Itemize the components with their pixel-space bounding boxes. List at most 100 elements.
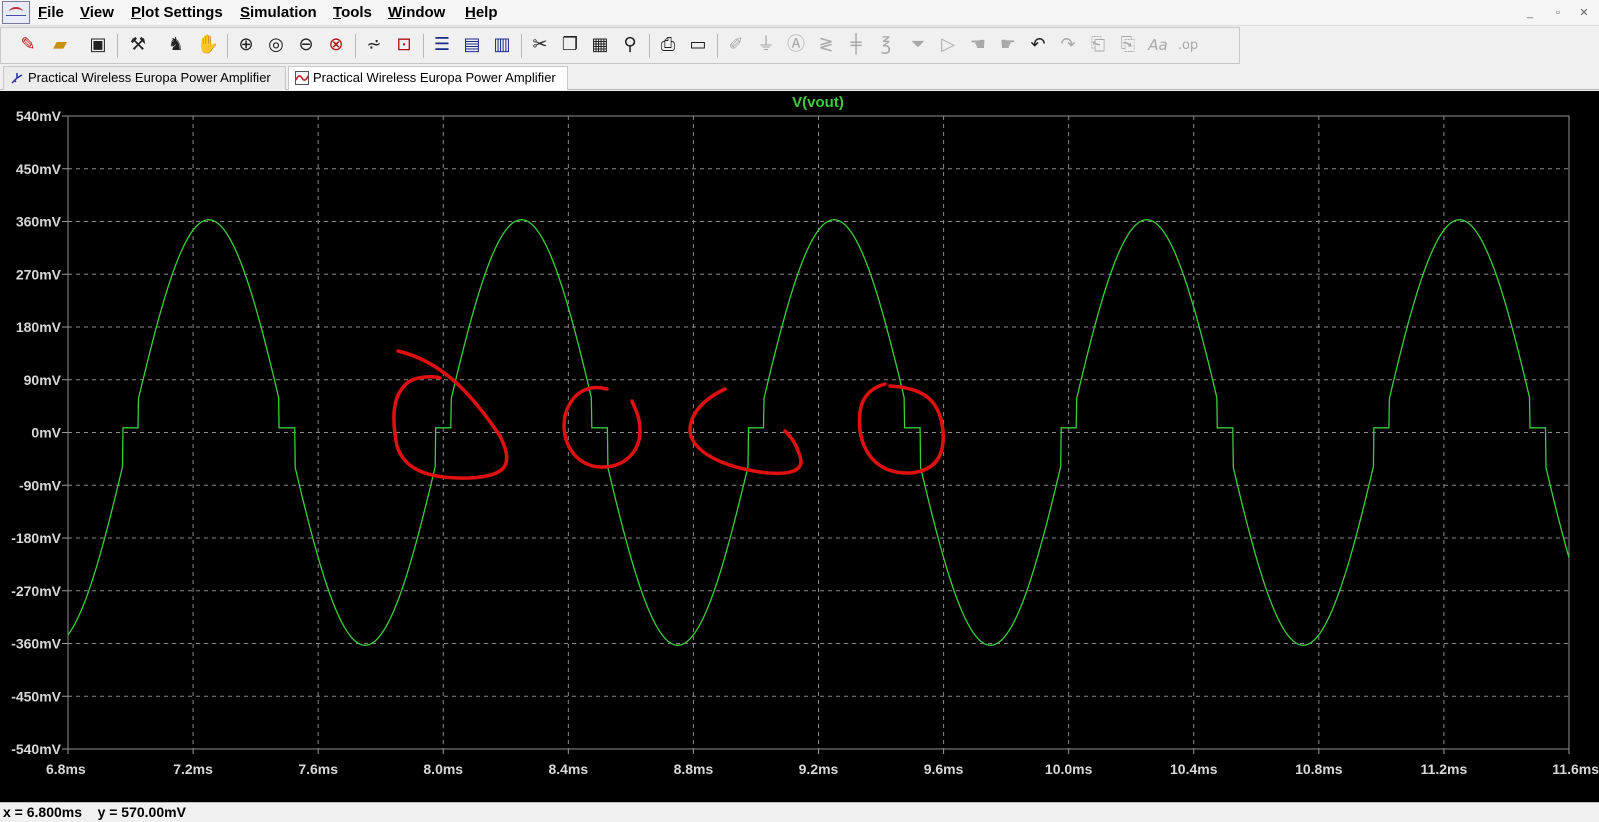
halt-icon[interactable]: ✋ (195, 32, 221, 58)
capacitor-icon[interactable]: ╪ (843, 32, 869, 58)
menu-view[interactable]: View (80, 4, 114, 21)
paste-icon[interactable]: ▦ (587, 32, 613, 58)
redo-icon[interactable]: ↷ (1055, 32, 1081, 58)
red-annotation-mark-3 (688, 387, 803, 476)
x-tick-label: 8.8ms (674, 761, 714, 777)
x-tick-label: 9.6ms (924, 761, 964, 777)
x-tick-label: 9.2ms (799, 761, 839, 777)
menu-help[interactable]: Help (465, 4, 498, 21)
run-icon[interactable]: ♞ (163, 32, 189, 58)
x-tick-label: 10.4ms (1170, 761, 1218, 777)
toolbar: ✎ ▰ ▣ ⚒ ♞ ✋ ⊕ ◎ ⊖ ⊗ ⩫ ⊡ ☰ ▤ ▥ ✂ ❐ ▦ ⚲ ⎙ … (0, 27, 1240, 64)
trace-title[interactable]: V(vout) (792, 94, 844, 111)
zoom-cancel-icon[interactable]: ⊗ (323, 32, 349, 58)
menu-tools[interactable]: Tools (333, 4, 372, 21)
x-tick-label: 11.6ms (1552, 761, 1599, 777)
tab-waveform[interactable]: Practical Wireless Europa Power Amplifie… (288, 66, 568, 90)
ltspice-app-icon[interactable] (2, 1, 30, 24)
red-annotation-mark-1 (392, 349, 509, 480)
component-icon[interactable]: ▷ (935, 32, 961, 58)
toolbar-separator (649, 34, 650, 58)
drag-icon[interactable]: ☛ (995, 32, 1021, 58)
schematic-icon (11, 73, 23, 84)
y-axis-ticks: 540mV 450mV 360mV 270mV 180mV 90mV 0mV -90mV -18… (11, 108, 68, 757)
save-icon[interactable]: ▣ (85, 32, 111, 58)
menu-plot-settings[interactable]: Plot Settings (131, 4, 223, 21)
x-tick-label: 8.0ms (423, 761, 463, 777)
toolbar-separator (117, 34, 118, 58)
x-tick-label: 10.0ms (1045, 761, 1093, 777)
y-tick-label: -360mV (11, 636, 61, 652)
ground-icon[interactable]: ⏚ (753, 32, 779, 58)
add-trace-icon[interactable]: ⊡ (391, 32, 417, 58)
waveform-icon (295, 71, 309, 85)
restore-button[interactable]: ▫ (1547, 4, 1569, 22)
print-setup-icon[interactable]: ▭ (685, 32, 711, 58)
menu-window[interactable]: Window (388, 4, 445, 21)
cascade-icon[interactable]: ▥ (489, 32, 515, 58)
tile-horizontal-icon[interactable]: ☰ (429, 32, 455, 58)
undo-icon[interactable]: ↶ (1025, 32, 1051, 58)
y-tick-label: 0mV (31, 425, 61, 441)
waveform-plot[interactable]: V(vout) 540mV 450mV 360mV 270mV 180mV 90mV 0mV… (0, 91, 1599, 802)
y-tick-label: -180mV (11, 530, 61, 546)
label-icon[interactable]: Ⓐ (783, 32, 809, 58)
x-tick-label: 7.2ms (173, 761, 213, 777)
status-bar: x = 6.800ms y = 570.00mV (0, 802, 1599, 822)
y-tick-label: 540mV (16, 108, 62, 124)
mirror-icon[interactable]: ⎘ (1115, 32, 1141, 58)
x-tick-label: 8.4ms (548, 761, 588, 777)
tab-label: Practical Wireless Europa Power Amplifie… (28, 70, 271, 85)
open-folder-icon[interactable]: ▰ (47, 32, 73, 58)
tile-vertical-icon[interactable]: ▤ (459, 32, 485, 58)
print-icon[interactable]: ⎙ (655, 32, 681, 58)
y-tick-label: 450mV (16, 161, 62, 177)
y-tick-label: -540mV (11, 741, 61, 757)
red-annotation-mark-4 (857, 382, 945, 475)
y-tick-label: -450mV (11, 688, 61, 704)
tab-label: Practical Wireless Europa Power Amplifie… (313, 70, 556, 85)
x-tick-label: 11.2ms (1421, 761, 1468, 777)
toolbar-separator (355, 34, 356, 58)
resistor-icon[interactable]: ≷ (813, 32, 839, 58)
menu-simulation[interactable]: Simulation (240, 4, 317, 21)
y-tick-label: 180mV (16, 319, 62, 335)
plot-grid (68, 116, 1569, 749)
menu-bar: File View Plot Settings Simulation Tools… (0, 0, 1599, 26)
inductor-icon[interactable]: ℥ (873, 32, 899, 58)
text-icon[interactable]: Aa (1145, 32, 1171, 58)
wire-icon[interactable]: ✐ (723, 32, 749, 58)
x-tick-label: 7.6ms (298, 761, 338, 777)
find-icon[interactable]: ⚲ (617, 32, 643, 58)
autorange-icon[interactable]: ⩫ (361, 32, 387, 58)
tab-bar: Practical Wireless Europa Power Amplifie… (0, 64, 1599, 90)
cut-icon[interactable]: ✂ (527, 32, 553, 58)
copy-icon[interactable]: ❐ (557, 32, 583, 58)
tab-schematic[interactable]: Practical Wireless Europa Power Amplifie… (3, 66, 286, 90)
menu-file[interactable]: File (38, 4, 64, 21)
y-tick-label: 270mV (16, 266, 62, 282)
zoom-in-icon[interactable]: ⊕ (233, 32, 259, 58)
x-axis-ticks: 6.8ms 7.2ms 7.6ms 8.0ms 8.4ms 8.8ms 9.2ms 9.6ms… (46, 749, 1599, 777)
toolbar-separator (717, 34, 718, 58)
toolbar-separator (521, 34, 522, 58)
minimize-button[interactable]: _ (1519, 4, 1541, 22)
y-tick-label: 90mV (24, 372, 62, 388)
toolbar-separator (423, 34, 424, 58)
diode-icon[interactable]: ⏷ (905, 32, 931, 58)
close-button[interactable]: ✕ (1573, 4, 1595, 22)
zoom-full-icon[interactable]: ◎ (263, 32, 289, 58)
move-icon[interactable]: ☚ (965, 32, 991, 58)
x-tick-label: 10.8ms (1295, 761, 1343, 777)
y-tick-label: 360mV (16, 214, 62, 230)
annotation-layer (392, 349, 945, 480)
waveform-plot-pane[interactable]: V(vout) 540mV 450mV 360mV 270mV 180mV 90mV 0mV… (0, 91, 1599, 802)
control-panel-icon[interactable]: ⚒ (125, 32, 151, 58)
zoom-out-icon[interactable]: ⊖ (293, 32, 319, 58)
spice-directive-icon[interactable]: .op (1175, 32, 1201, 58)
x-tick-label: 6.8ms (46, 761, 86, 777)
rotate-icon[interactable]: ⎗ (1085, 32, 1111, 58)
y-tick-label: -270mV (11, 583, 61, 599)
new-schematic-icon[interactable]: ✎ (15, 32, 41, 58)
toolbar-separator (227, 34, 228, 58)
